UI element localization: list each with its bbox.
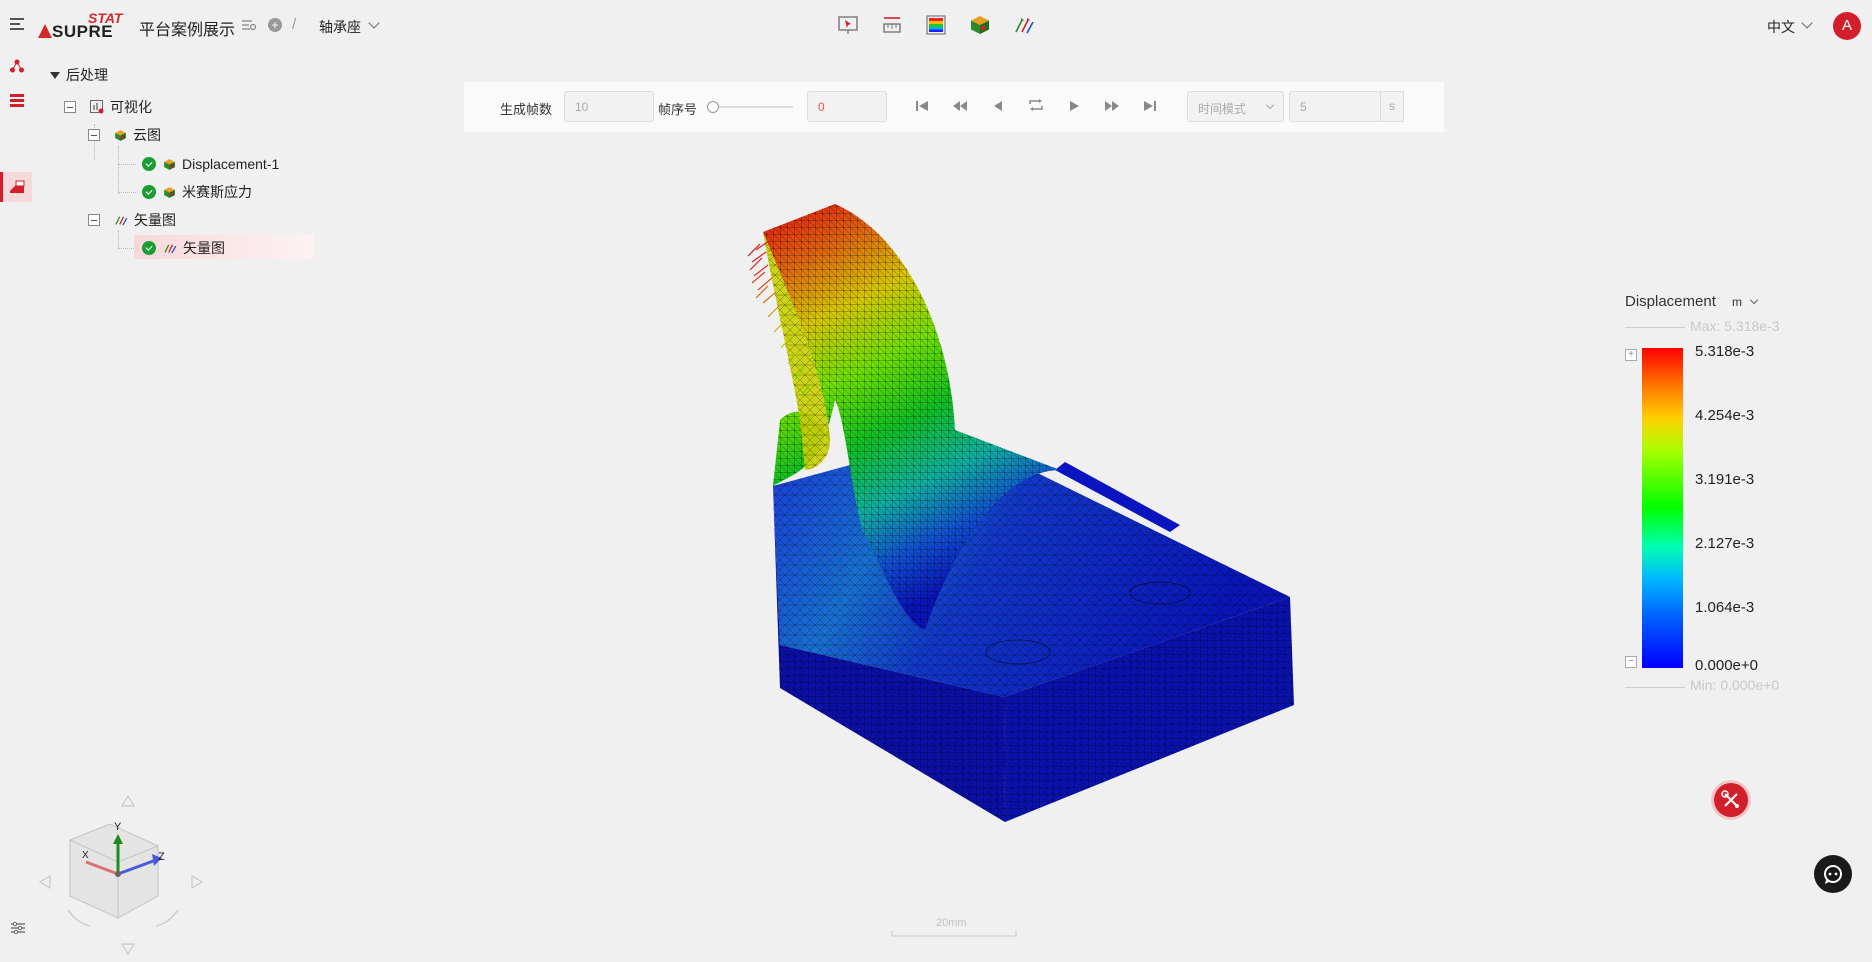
assistant-button[interactable] xyxy=(1814,855,1852,893)
legend-tick: 1.064e-3 xyxy=(1695,599,1755,616)
expand-icon[interactable]: + xyxy=(1625,349,1637,361)
viewport-canvas[interactable] xyxy=(0,0,1872,962)
axis-x-label: X xyxy=(82,850,89,861)
scale-bar-label: 20mm xyxy=(936,917,967,929)
colorbar xyxy=(1642,348,1683,668)
mesh-model[interactable] xyxy=(763,204,1294,822)
rotate-left-arrow-icon xyxy=(38,874,51,890)
legend-rule xyxy=(1625,687,1685,688)
legend-max-label: Max: 5.318e-3 xyxy=(1690,318,1780,334)
chevron-down-icon[interactable] xyxy=(1749,295,1759,305)
legend-unit-select[interactable]: m xyxy=(1732,295,1742,309)
rotate-up-arrow-icon xyxy=(120,794,136,807)
rotate-down-arrow-icon xyxy=(120,943,136,956)
legend-tick: 0.000e+0 xyxy=(1695,657,1758,674)
tools-button[interactable] xyxy=(1714,783,1748,817)
chat-icon xyxy=(1824,865,1842,884)
rotate-right-arrow-icon xyxy=(191,874,204,890)
legend-title: Displacement xyxy=(1625,293,1716,310)
axis-y-label: Y xyxy=(114,821,122,833)
legend-rule xyxy=(1625,327,1685,328)
legend-min-label: Min: 0.000e+0 xyxy=(1690,677,1780,693)
legend-tick: 3.191e-3 xyxy=(1695,471,1755,488)
legend-tick: 4.254e-3 xyxy=(1695,407,1755,424)
scale-bar xyxy=(891,931,1017,937)
color-legend: Displacement m Max: 5.318e-3 + − 5.318e-… xyxy=(1620,290,1840,700)
legend-tick: 5.318e-3 xyxy=(1695,343,1755,360)
collapse-icon[interactable]: − xyxy=(1625,656,1637,668)
wrench-icon xyxy=(1721,790,1739,808)
axis-z-label: Z xyxy=(158,851,165,863)
legend-tick: 2.127e-3 xyxy=(1695,535,1755,552)
